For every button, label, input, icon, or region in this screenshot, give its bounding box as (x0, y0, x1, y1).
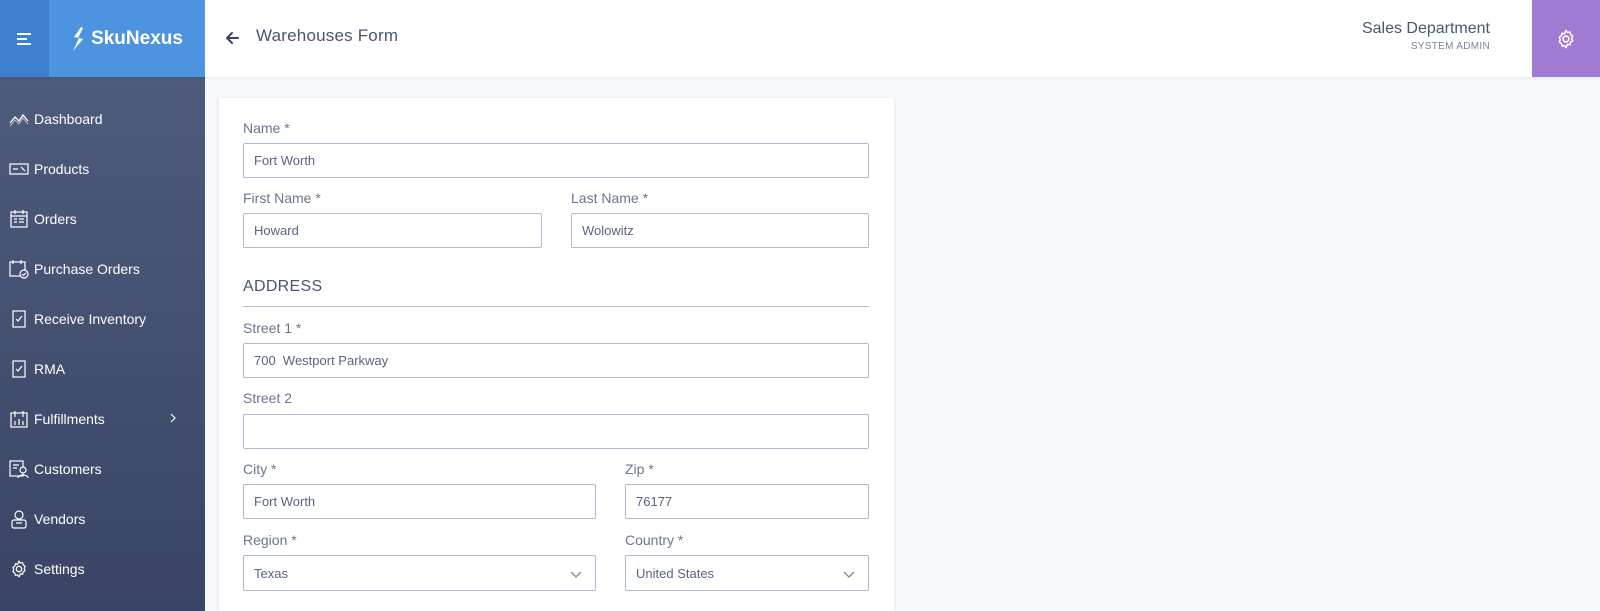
gear-icon (1558, 29, 1574, 48)
sidebar: Dashboard Products Orders Purchase Order… (0, 77, 205, 611)
top-bar: SkuNexus Warehouses Form Sales Departmen… (0, 0, 1600, 77)
region-selected-value: Texas (254, 565, 288, 581)
hamburger-icon (16, 32, 31, 45)
sidebar-item-label: Dashboard (34, 111, 103, 127)
user-name: Sales Department (1361, 20, 1490, 37)
chevron-down-icon (570, 571, 582, 578)
warehouse-form: Name * First Name * Last Name * ADDRESS … (219, 98, 894, 611)
first-name-input[interactable] (243, 213, 542, 248)
clipboard-icon (8, 358, 30, 380)
sidebar-item-label: Orders (34, 211, 77, 227)
sidebar-item-products[interactable]: Products (0, 147, 205, 191)
country-label: Country * (625, 532, 684, 548)
zip-label: Zip * (625, 461, 654, 477)
purchase-icon (8, 258, 30, 280)
sidebar-item-customers[interactable]: Customers (0, 447, 205, 491)
zip-input[interactable] (625, 484, 869, 519)
name-label: Name * (243, 120, 290, 136)
sidebar-item-settings[interactable]: Settings (0, 547, 205, 591)
street1-input[interactable] (243, 343, 869, 378)
vendor-icon (8, 508, 30, 530)
chevron-down-icon (843, 571, 855, 578)
logo-bolt-icon (73, 26, 84, 51)
street2-label: Street 2 (243, 390, 293, 406)
logo-text: SkuNexus (91, 27, 183, 49)
chevron-right-icon (170, 413, 176, 423)
region-label: Region * (243, 532, 297, 548)
chart-icon (8, 108, 30, 130)
sidebar-item-label: Vendors (34, 511, 86, 527)
sidebar-item-receive-inventory[interactable]: Receive Inventory (0, 297, 205, 341)
sidebar-item-rma[interactable]: RMA (0, 347, 205, 391)
sidebar-item-purchase-orders[interactable]: Purchase Orders (0, 247, 205, 291)
gear-icon (8, 558, 30, 580)
fulfillment-icon (8, 408, 30, 430)
city-label: City * (243, 461, 277, 477)
sidebar-item-label: Fulfillments (34, 411, 105, 427)
sidebar-item-label: Receive Inventory (34, 311, 147, 327)
user-info[interactable]: Sales Department SYSTEM ADMIN (1362, 20, 1490, 52)
region-select[interactable]: Texas (243, 555, 596, 591)
street1-label: Street 1 * (243, 320, 302, 336)
sidebar-item-orders[interactable]: Orders (0, 197, 205, 241)
city-input[interactable] (243, 484, 596, 519)
sidebar-item-label: Settings (34, 561, 85, 577)
last-name-label: Last Name * (571, 190, 649, 206)
customers-icon (8, 458, 30, 480)
calendar-icon (8, 208, 30, 230)
tag-icon (8, 158, 30, 180)
arrow-left-icon (226, 32, 239, 44)
sidebar-item-fulfillments[interactable]: Fulfillments (0, 397, 205, 441)
country-select[interactable]: United States (625, 555, 869, 591)
name-input[interactable] (243, 143, 869, 178)
back-button[interactable] (222, 26, 242, 50)
street2-input[interactable] (243, 414, 869, 449)
sidebar-item-vendors[interactable]: Vendors (0, 497, 205, 541)
last-name-input[interactable] (571, 213, 869, 248)
menu-toggle-button[interactable] (0, 0, 49, 77)
logo[interactable]: SkuNexus (49, 0, 205, 77)
sidebar-item-label: Customers (34, 461, 102, 477)
first-name-label: First Name * (243, 190, 321, 206)
settings-button[interactable] (1532, 0, 1600, 77)
sidebar-item-label: Products (34, 161, 90, 177)
country-selected-value: United States (636, 565, 715, 581)
clipboard-icon (8, 308, 30, 330)
sidebar-item-label: RMA (34, 361, 66, 377)
sidebar-item-dashboard[interactable]: Dashboard (0, 97, 205, 141)
sidebar-item-label: Purchase Orders (34, 261, 140, 277)
section-divider (243, 306, 869, 307)
address-section-title: ADDRESS (243, 278, 323, 295)
user-role: SYSTEM ADMIN (1410, 41, 1490, 52)
page-title: Warehouses Form (256, 26, 399, 45)
